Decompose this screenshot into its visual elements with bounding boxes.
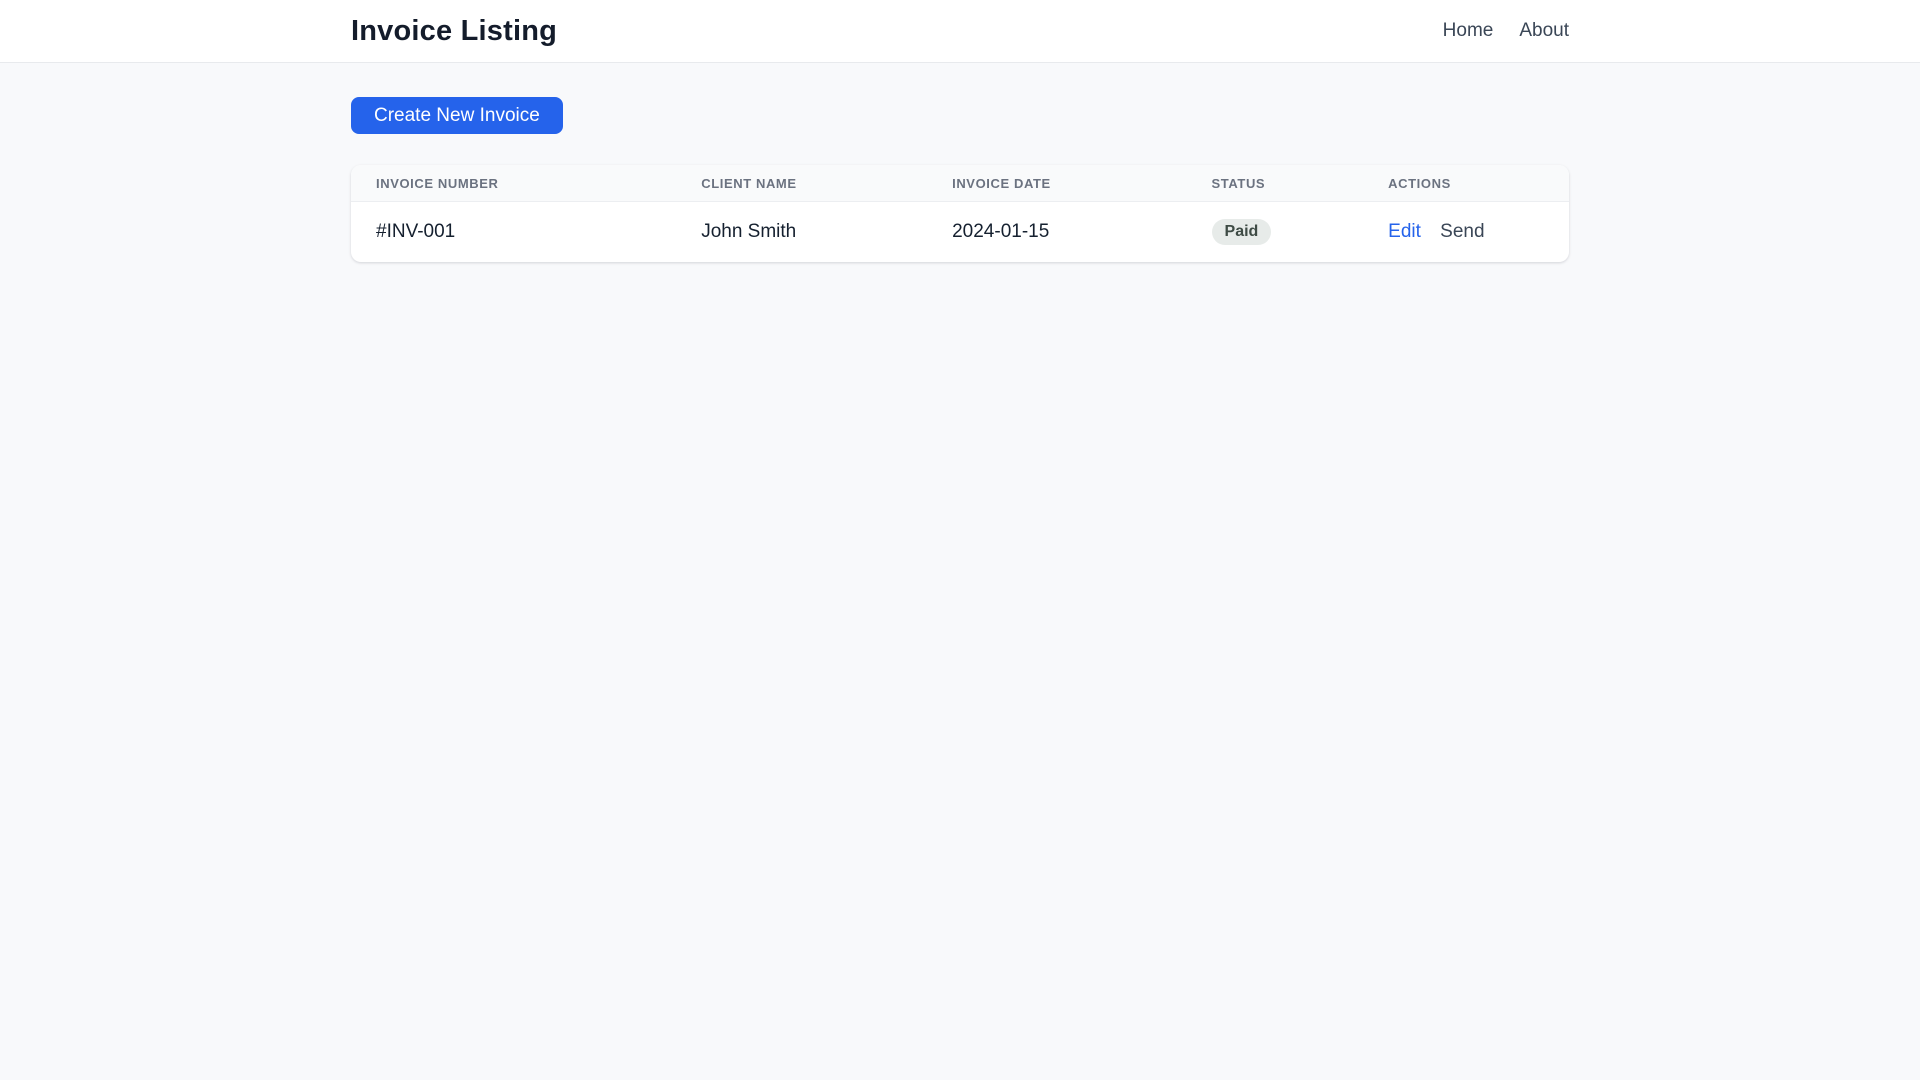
invoice-date-cell: 2024-01-15 [927, 201, 1187, 263]
invoice-table-body: #INV-001 John Smith 2024-01-15 Paid Edit… [351, 201, 1569, 263]
page-title: Invoice Listing [351, 14, 558, 47]
header-row: INVOICE NUMBER CLIENT NAME INVOICE DATE … [351, 165, 1569, 202]
column-header-status: STATUS [1211, 176, 1266, 191]
status-cell: Paid [1186, 201, 1364, 263]
nav-link-about[interactable]: About [1519, 20, 1569, 42]
nav-link-home[interactable]: Home [1443, 20, 1494, 42]
create-new-invoice-button[interactable]: Create New Invoice [351, 97, 563, 134]
table-row: #INV-001 John Smith 2024-01-15 Paid Edit… [351, 201, 1569, 263]
column-header-invoice-number: INVOICE NUMBER [376, 176, 499, 191]
app-header: Invoice Listing Home About [0, 0, 1920, 63]
client-name-cell: John Smith [676, 201, 928, 263]
column-header-actions: ACTIONS [1388, 176, 1451, 191]
invoice-number-cell: #INV-001 [351, 201, 677, 263]
top-nav: Home About [1443, 20, 1569, 42]
invoice-table-header: INVOICE NUMBER CLIENT NAME INVOICE DATE … [351, 165, 1569, 202]
send-link[interactable]: Send [1440, 221, 1484, 242]
column-header-invoice-date: INVOICE DATE [952, 176, 1051, 191]
main-content: Create New Invoice INVOICE NUMBER CLIENT… [0, 63, 1920, 263]
invoice-table: INVOICE NUMBER CLIENT NAME INVOICE DATE … [351, 165, 1569, 263]
invoice-table-card: INVOICE NUMBER CLIENT NAME INVOICE DATE … [351, 165, 1569, 263]
actions-cell: Edit Send [1363, 201, 1569, 263]
edit-link[interactable]: Edit [1388, 221, 1421, 242]
column-header-client-name: CLIENT NAME [701, 176, 797, 191]
status-badge: Paid [1211, 219, 1272, 246]
